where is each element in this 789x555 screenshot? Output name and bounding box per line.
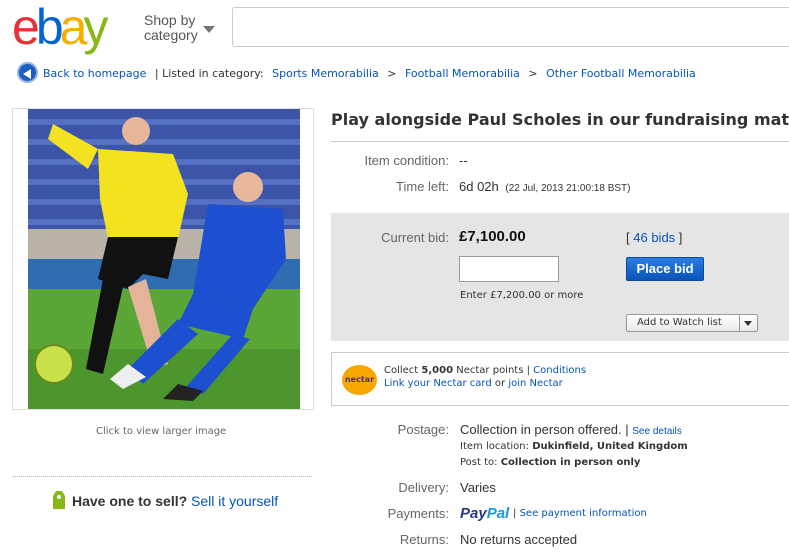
nectar-logo: nectar xyxy=(342,365,377,395)
min-bid-hint: Enter £7,200.00 or more xyxy=(460,290,584,301)
nectar-collect-line: Collect 5,000 Nectar points | Conditions xyxy=(384,365,586,376)
nectar-link-line: Link your Nectar card or join Nectar xyxy=(384,378,563,389)
nectar-or: or xyxy=(494,378,506,389)
bid-count-open: [ xyxy=(626,230,630,245)
delivery-label: Delivery: xyxy=(398,480,449,495)
add-to-watch-list-button[interactable]: Add to Watch list xyxy=(626,314,758,332)
current-bid-label: Current bid: xyxy=(381,230,449,245)
ebay-logo[interactable]: ebay xyxy=(12,0,108,55)
returns-value: No returns accepted xyxy=(460,532,578,547)
breadcrumb-item-sports-memorabilia[interactable]: Sports Memorabilia xyxy=(272,67,379,80)
paypal-pal: Pal xyxy=(486,505,510,522)
chevron-down-icon[interactable] xyxy=(203,26,215,33)
time-left-value: 6d 02h (22 Jul, 2013 21:00:18 BST) xyxy=(459,179,630,194)
watch-list-label: Add to Watch list xyxy=(637,317,722,328)
watch-divider xyxy=(739,315,740,331)
collect-prefix: Collect xyxy=(384,365,419,376)
logo-letter-y: y xyxy=(83,0,108,55)
end-time: (22 Jul, 2013 21:00:18 BST) xyxy=(505,183,631,194)
payments-label: Payments: xyxy=(387,506,449,521)
nectar-conditions-link[interactable]: Conditions xyxy=(533,365,586,376)
postage-value: Collection in person offered. | See deta… xyxy=(460,422,682,437)
breadcrumb-separator: > xyxy=(528,67,538,80)
see-details-link[interactable]: See details xyxy=(632,426,681,437)
item-title: Play alongside Paul Scholes in our fundr… xyxy=(331,110,789,129)
paypal-logo: PayPal xyxy=(460,505,509,522)
logo-letter-a: a xyxy=(59,0,88,55)
bid-history-link[interactable]: 46 bids xyxy=(633,230,675,245)
item-condition-value: -- xyxy=(459,153,468,168)
link-nectar-card-link[interactable]: Link your Nectar card xyxy=(384,378,492,389)
item-condition-label: Item condition: xyxy=(364,153,449,168)
item-photo[interactable] xyxy=(28,109,300,409)
item-location-label: Item location: xyxy=(460,441,529,452)
time-left-label: Time left: xyxy=(396,179,449,194)
join-nectar-link[interactable]: join Nectar xyxy=(508,378,562,389)
post-to-label: Post to: xyxy=(460,457,498,468)
have-one-to-sell-label: Have one to sell? xyxy=(72,493,188,509)
place-bid-button[interactable]: Place bid xyxy=(626,257,704,281)
divider xyxy=(12,476,312,477)
max-bid-input[interactable] xyxy=(459,256,559,282)
breadcrumb-item-other-football-memorabilia[interactable]: Other Football Memorabilia xyxy=(546,67,696,80)
shop-by-line2: category xyxy=(144,27,198,43)
back-to-homepage-link[interactable]: Back to homepage xyxy=(43,67,146,80)
payment-separator: | xyxy=(513,508,517,519)
chevron-down-icon[interactable] xyxy=(744,321,752,326)
item-location: Item location: Dukinfield, United Kingdo… xyxy=(460,441,688,452)
bid-count-close: ] xyxy=(678,230,683,245)
collect-suffix: Nectar points | xyxy=(456,365,530,376)
breadcrumb-item-football-memorabilia[interactable]: Football Memorabilia xyxy=(405,67,520,80)
current-bid-amount: £7,100.00 xyxy=(459,228,526,245)
search-input[interactable] xyxy=(232,7,789,47)
bid-count: [ 46 bids ] xyxy=(626,230,682,245)
see-payment-information-link[interactable]: See payment information xyxy=(520,508,647,519)
back-arrow-icon[interactable] xyxy=(17,62,38,83)
sell-it-yourself-link[interactable]: Sell it yourself xyxy=(191,493,278,509)
logo-letter-b: b xyxy=(35,0,64,55)
returns-label: Returns: xyxy=(399,532,449,547)
payment-info: | See payment information xyxy=(513,508,647,519)
breadcrumb: Back to homepage | Listed in category: S… xyxy=(43,67,696,80)
shop-by-category-button[interactable]: Shop by category xyxy=(144,13,198,43)
logo-letter-e: e xyxy=(12,0,40,55)
delivery-value: Varies xyxy=(460,480,496,495)
breadcrumb-separator: > xyxy=(387,67,397,80)
post-to-value: Collection in person only xyxy=(500,457,641,468)
postage-label: Postage: xyxy=(397,422,449,437)
divider xyxy=(331,141,789,142)
postage-text: Collection in person offered. | xyxy=(460,422,629,437)
post-to: Post to: Collection in person only xyxy=(460,457,640,468)
paypal-pay: Pay xyxy=(460,505,487,522)
time-left-duration: 6d 02h xyxy=(459,179,499,194)
nectar-points: 5,000 xyxy=(421,365,454,376)
item-location-value: Dukinfield, United Kingdom xyxy=(532,441,688,452)
shop-by-line1: Shop by xyxy=(144,12,196,28)
click-to-enlarge-label[interactable]: Click to view larger image xyxy=(96,426,226,437)
football-players-photo xyxy=(28,109,300,409)
listed-in-label: | Listed in category: xyxy=(154,67,264,80)
price-tag-icon xyxy=(53,491,65,509)
